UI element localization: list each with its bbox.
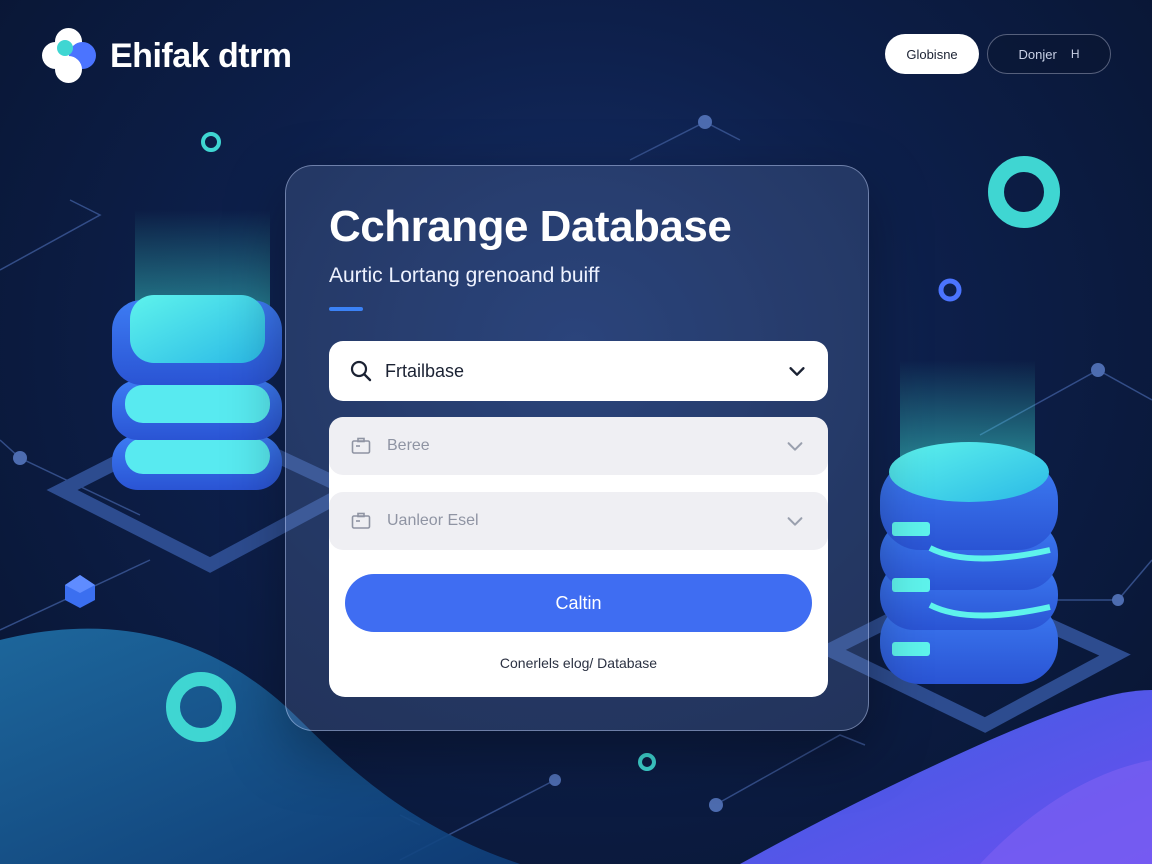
chevron-down-icon[interactable] bbox=[786, 360, 808, 382]
chevron-down-icon[interactable] bbox=[784, 435, 806, 457]
select-field-1[interactable]: Beree bbox=[329, 417, 828, 475]
select-field-2[interactable]: Uanleor Esel bbox=[329, 492, 828, 550]
database-footer-link[interactable]: Conerlels elog/ Database bbox=[329, 655, 828, 671]
chevron-down-icon[interactable] bbox=[784, 510, 806, 532]
four-petal-logo-icon bbox=[42, 28, 96, 84]
briefcase-icon bbox=[351, 512, 371, 529]
change-database-card: Cchrange Database Aurtic Lortang grenoan… bbox=[285, 165, 869, 731]
search-value: Frtailbase bbox=[385, 360, 465, 381]
select-field-2-placeholder: Uanleor Esel bbox=[387, 512, 479, 529]
outline-header-button-label: Donjer bbox=[1018, 46, 1057, 62]
form-panel: Beree Uanleor Esel Caltin Conerlels elog… bbox=[329, 417, 828, 697]
database-search-select[interactable]: Frtailbase bbox=[329, 341, 828, 401]
accent-divider bbox=[329, 307, 363, 311]
outline-header-button[interactable]: Donjer H bbox=[987, 34, 1111, 74]
select-field-1-placeholder: Beree bbox=[387, 437, 430, 454]
search-icon bbox=[350, 360, 372, 382]
briefcase-icon bbox=[351, 437, 371, 454]
card-subtitle: Aurtic Lortang grenoand buiff bbox=[329, 264, 600, 287]
brand-name: Ehifak dtrm bbox=[110, 36, 292, 75]
submit-button[interactable]: Caltin bbox=[345, 574, 812, 632]
card-title: Cchrange Database bbox=[329, 202, 732, 251]
brand-logo[interactable]: Ehifak dtrm bbox=[42, 28, 292, 84]
primary-header-button[interactable]: Globisne bbox=[885, 34, 979, 74]
outline-header-button-suffix: H bbox=[1070, 47, 1080, 61]
